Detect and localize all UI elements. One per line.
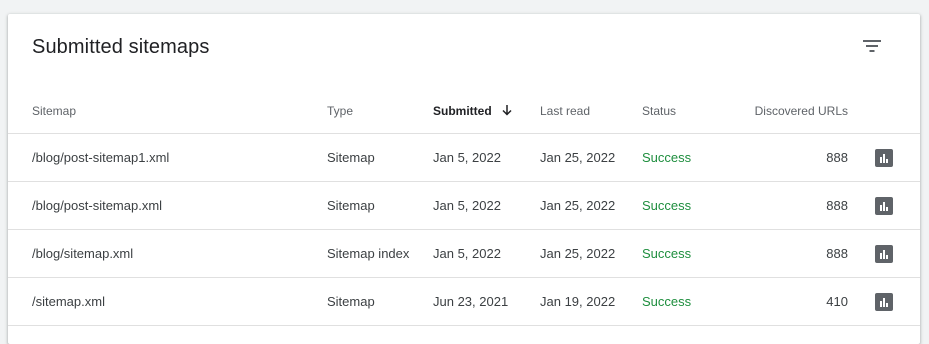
table-row[interactable]: /sitemap.xml Sitemap Jun 23, 2021 Jan 19… bbox=[8, 278, 920, 326]
open-report-button[interactable] bbox=[875, 293, 893, 311]
cell-discovered-urls: 888 bbox=[826, 150, 848, 165]
card-header: Submitted sitemaps bbox=[8, 14, 920, 78]
cell-discovered-urls: 888 bbox=[826, 246, 848, 261]
table-header: Sitemap Type Submitted Last read Status … bbox=[8, 78, 920, 134]
card-title: Submitted sitemaps bbox=[32, 36, 210, 58]
open-report-button[interactable] bbox=[875, 197, 893, 215]
table-row[interactable]: /blog/sitemap.xml Sitemap index Jan 5, 2… bbox=[8, 230, 920, 278]
cell-sitemap: /blog/post-sitemap1.xml bbox=[32, 150, 170, 165]
cell-status: Success bbox=[642, 150, 692, 165]
column-header-type[interactable]: Type bbox=[327, 104, 353, 118]
filter-button[interactable] bbox=[860, 34, 884, 58]
column-header-submitted[interactable]: Submitted bbox=[433, 104, 513, 118]
arrow-down-icon bbox=[502, 105, 512, 116]
cell-submitted: Jan 5, 2022 bbox=[433, 198, 501, 213]
cell-last-read: Jan 19, 2022 bbox=[540, 294, 616, 309]
cell-discovered-urls: 410 bbox=[826, 294, 848, 309]
cell-type: Sitemap bbox=[327, 294, 375, 309]
column-header-last-read[interactable]: Last read bbox=[540, 104, 590, 118]
table-row[interactable]: /blog/post-sitemap1.xml Sitemap Jan 5, 2… bbox=[8, 134, 920, 182]
cell-type: Sitemap index bbox=[327, 246, 410, 261]
cell-sitemap: /blog/post-sitemap.xml bbox=[32, 198, 163, 213]
submitted-sitemaps-card: Submitted sitemaps Sitemap Type Submitte… bbox=[8, 14, 920, 344]
cell-discovered-urls: 888 bbox=[826, 198, 848, 213]
cell-status: Success bbox=[642, 198, 692, 213]
column-header-sitemap[interactable]: Sitemap bbox=[32, 104, 76, 118]
table-row[interactable]: /blog/post-sitemap.xml Sitemap Jan 5, 20… bbox=[8, 182, 920, 230]
cell-type: Sitemap bbox=[327, 198, 375, 213]
cell-type: Sitemap bbox=[327, 150, 375, 165]
cell-status: Success bbox=[642, 294, 692, 309]
cell-submitted: Jun 23, 2021 bbox=[433, 294, 509, 309]
cell-sitemap: /blog/sitemap.xml bbox=[32, 246, 134, 261]
table-body: /blog/post-sitemap1.xml Sitemap Jan 5, 2… bbox=[8, 134, 920, 326]
open-report-button[interactable] bbox=[875, 245, 893, 263]
open-report-button[interactable] bbox=[875, 149, 893, 167]
cell-last-read: Jan 25, 2022 bbox=[540, 150, 616, 165]
bar-chart-icon bbox=[880, 202, 888, 211]
cell-sitemap: /sitemap.xml bbox=[32, 294, 105, 309]
column-header-discovered-urls[interactable]: Discovered URLs bbox=[755, 104, 848, 118]
cell-last-read: Jan 25, 2022 bbox=[540, 198, 616, 213]
cell-last-read: Jan 25, 2022 bbox=[540, 246, 616, 261]
cell-status: Success bbox=[642, 246, 692, 261]
cell-submitted: Jan 5, 2022 bbox=[433, 246, 501, 261]
filter-icon bbox=[863, 40, 881, 52]
bar-chart-icon bbox=[880, 298, 888, 307]
bar-chart-icon bbox=[880, 154, 888, 163]
column-header-status[interactable]: Status bbox=[642, 104, 676, 118]
bar-chart-icon bbox=[880, 250, 888, 259]
cell-submitted: Jan 5, 2022 bbox=[433, 150, 501, 165]
